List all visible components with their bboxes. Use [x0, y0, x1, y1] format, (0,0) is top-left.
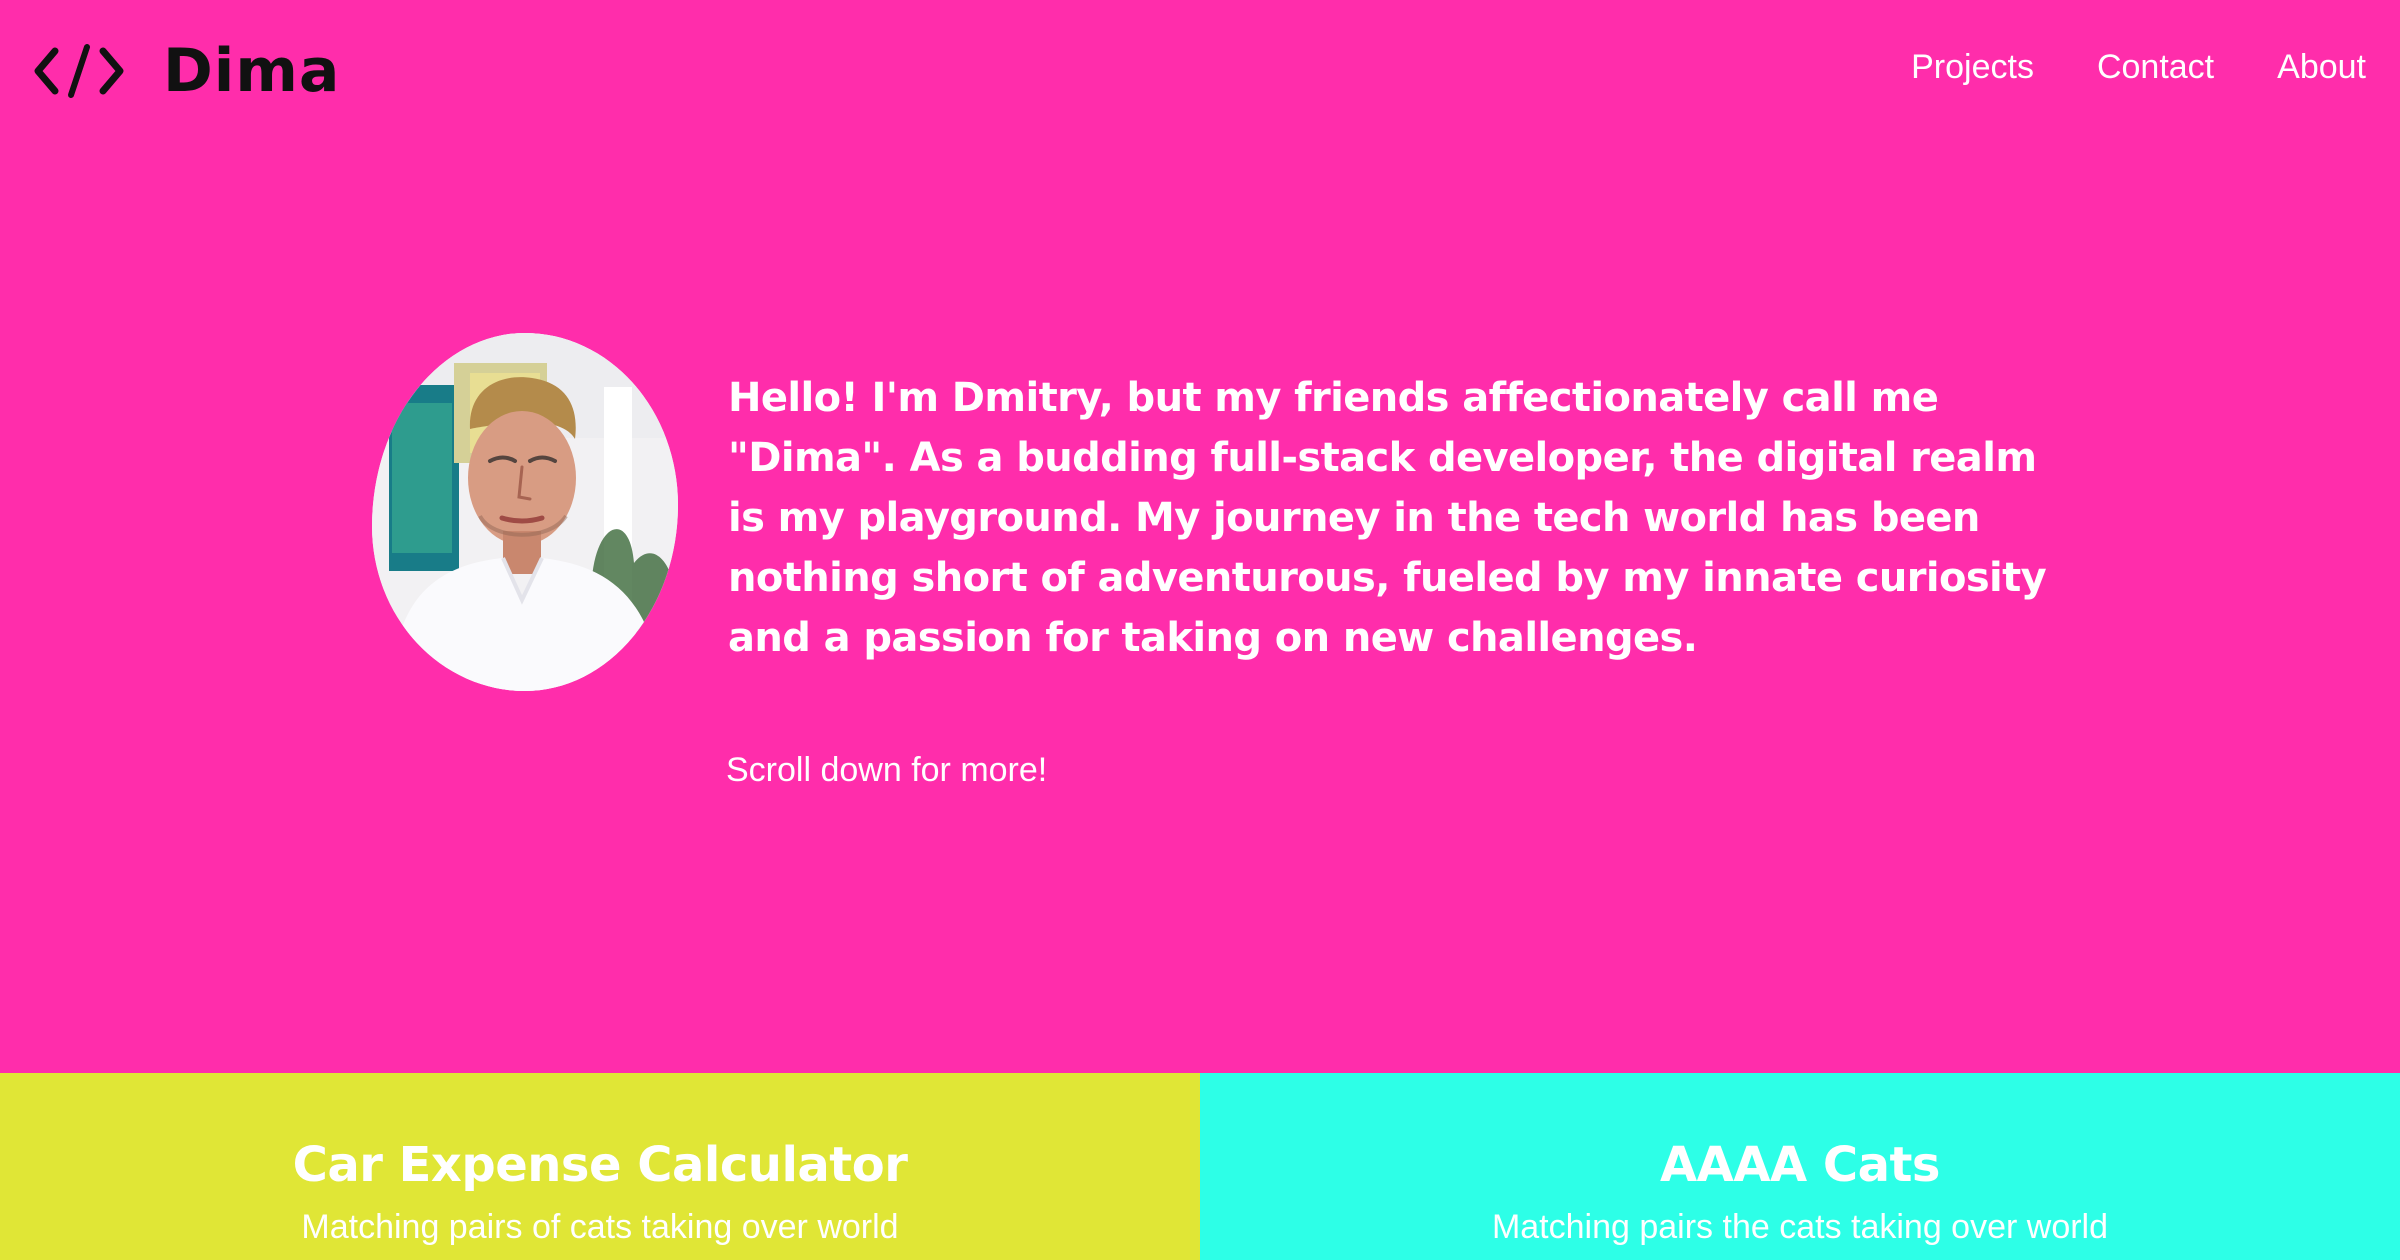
- code-brackets-icon: [33, 41, 125, 101]
- site-header: Dima Projects Contact About: [0, 0, 2400, 150]
- project-title: AAAA Cats: [1660, 1137, 1940, 1193]
- page: Dima Projects Contact About Hello! I'm D…: [0, 0, 2400, 1260]
- nav-about-link[interactable]: About: [2277, 47, 2366, 87]
- main-nav: Projects Contact About: [1911, 47, 2366, 87]
- project-description: Matching pairs of cats taking over world: [301, 1208, 899, 1246]
- project-description: Matching pairs the cats taking over worl…: [1491, 1208, 2109, 1246]
- avatar: [372, 333, 678, 691]
- nav-projects-link[interactable]: Projects: [1911, 47, 2034, 87]
- project-title: Car Expense Calculator: [292, 1137, 908, 1193]
- project-card-aaaa-cats[interactable]: AAAA Cats Matching pairs the cats taking…: [1200, 1073, 2400, 1260]
- logo-link[interactable]: Dima: [33, 38, 340, 104]
- projects-section: Car Expense Calculator Matching pairs of…: [0, 1073, 2400, 1260]
- scroll-hint: Scroll down for more!: [726, 751, 1048, 789]
- intro-paragraph: Hello! I'm Dmitry, but my friends affect…: [728, 375, 2047, 661]
- nav-contact-link[interactable]: Contact: [2097, 47, 2214, 87]
- logo-text: Dima: [163, 36, 341, 106]
- project-card-car-expense-calculator[interactable]: Car Expense Calculator Matching pairs of…: [0, 1073, 1200, 1260]
